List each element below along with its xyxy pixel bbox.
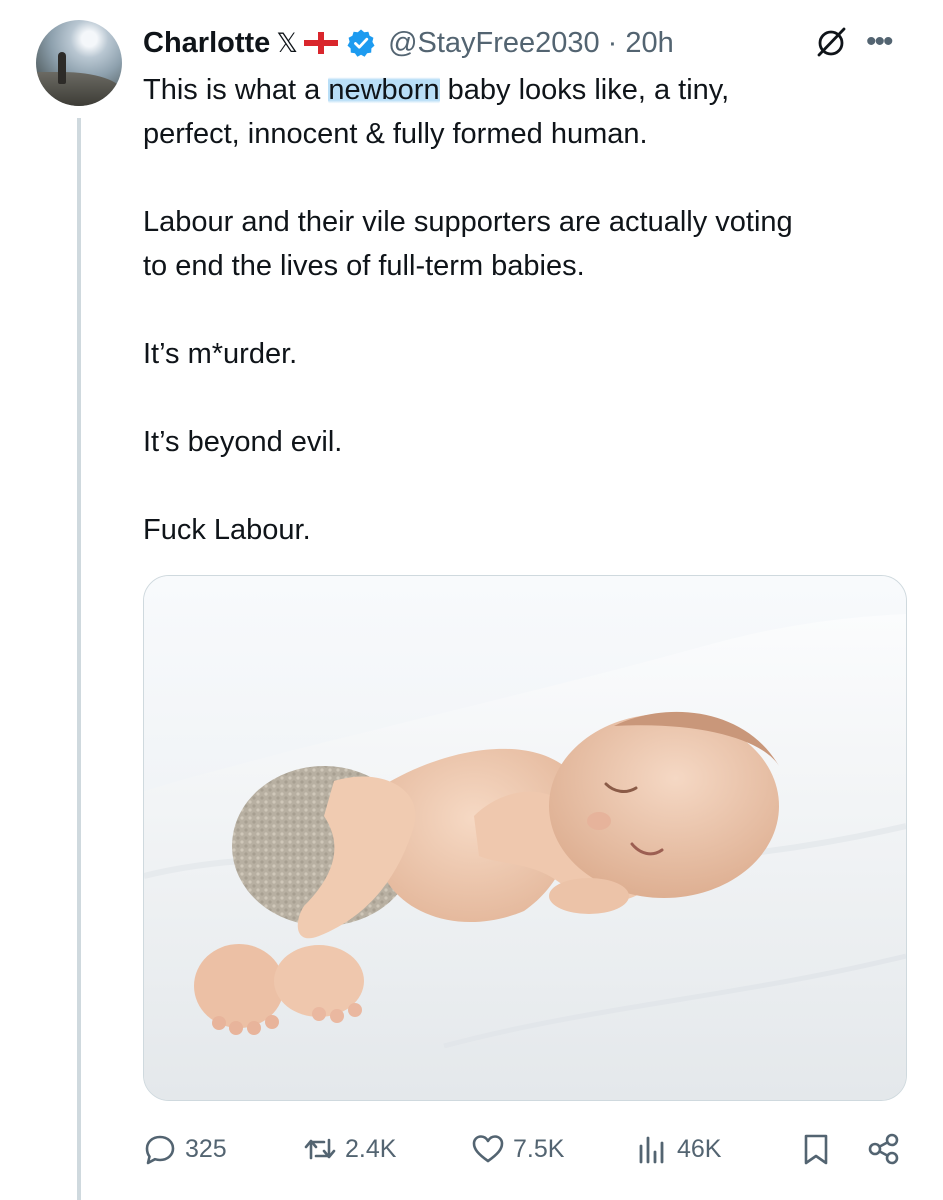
post-image[interactable] — [143, 575, 907, 1101]
text-paragraph-5: Fuck Labour. — [143, 514, 311, 546]
repost-icon — [304, 1138, 336, 1160]
x-badge-icon: 𝕏 — [276, 27, 299, 59]
author-handle[interactable]: @StayFree2030 — [388, 27, 600, 60]
views-button[interactable]: 46K — [635, 1122, 721, 1176]
share-button[interactable] — [867, 1122, 901, 1176]
england-flag-icon — [304, 32, 339, 54]
newborn-baby-photo — [144, 576, 906, 1100]
avatar-cliff — [36, 72, 122, 106]
text-line-1-end: baby looks like, a tiny, — [439, 74, 730, 106]
author-name[interactable]: Charlotte — [143, 27, 270, 60]
bookmark-icon — [804, 1134, 828, 1165]
separator-dot: · — [607, 26, 618, 59]
verified-badge-icon[interactable] — [346, 28, 376, 58]
avatar-figure — [58, 52, 66, 84]
text-paragraph-3: It’s m*urder. — [143, 338, 298, 370]
bookmark-button[interactable] — [799, 1122, 833, 1176]
share-icon — [868, 1133, 899, 1165]
thread-line — [77, 118, 81, 1200]
reply-icon — [145, 1135, 175, 1165]
views-icon — [639, 1136, 664, 1164]
like-button[interactable]: 7.5K — [471, 1122, 564, 1176]
text-line-1: This is what a newborn baby looks like, … — [143, 68, 913, 112]
post-text: This is what a newborn baby looks like, … — [143, 68, 913, 552]
post-header: Charlotte 𝕏 @StayFree2030 · 20h — [143, 20, 674, 66]
text-paragraph-2-line-2: to end the lives of full-term babies. — [143, 250, 585, 282]
reply-button[interactable]: 325 — [143, 1122, 227, 1176]
avatar[interactable] — [36, 20, 122, 106]
grok-icon[interactable] — [814, 26, 848, 60]
text-line-1-start: This is what a — [143, 74, 329, 106]
repost-button[interactable]: 2.4K — [303, 1122, 396, 1176]
like-count: 7.5K — [513, 1134, 565, 1163]
action-bar: 325 2.4K 7.5K 46K — [143, 1122, 913, 1176]
like-icon — [472, 1135, 504, 1163]
highlighted-word: newborn — [328, 74, 440, 106]
text-line-2: perfect, innocent & fully formed human. — [143, 118, 648, 150]
post-time[interactable]: 20h — [625, 27, 673, 60]
views-count: 46K — [677, 1134, 722, 1163]
reply-count: 325 — [185, 1134, 227, 1163]
text-paragraph-4: It’s beyond evil. — [143, 426, 343, 458]
text-paragraph-2-line-1: Labour and their vile supporters are act… — [143, 206, 793, 238]
more-options-icon[interactable]: ••• — [866, 27, 904, 57]
repost-count: 2.4K — [345, 1134, 397, 1163]
